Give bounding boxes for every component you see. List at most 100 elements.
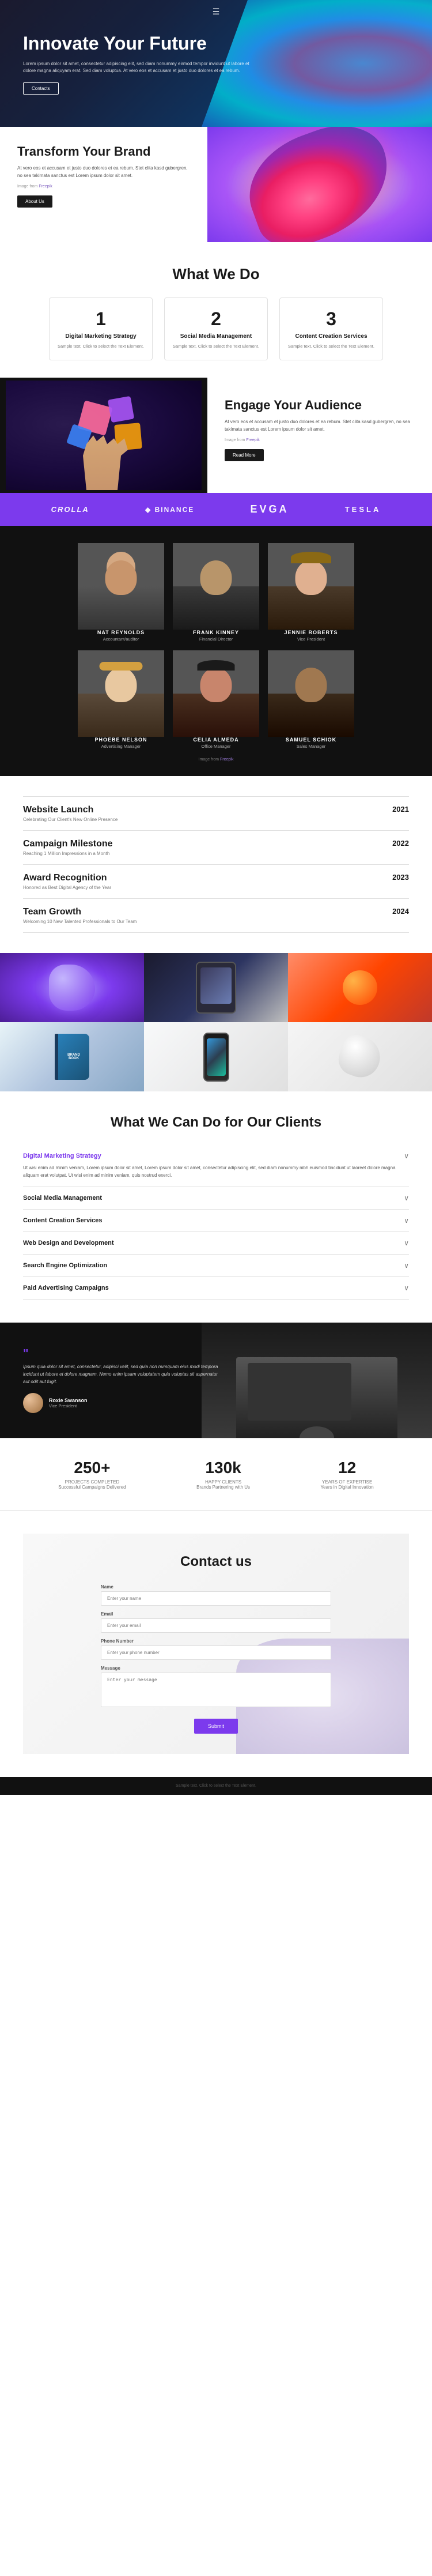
accordion-chevron-3: ∨ [404, 1217, 409, 1225]
accordion-header-2[interactable]: Social Media Management ∨ [23, 1194, 409, 1202]
accordion-item-3: Content Creation Services ∨ [23, 1210, 409, 1232]
hamburger-icon[interactable]: ☰ [213, 7, 220, 17]
gallery-item-2 [144, 953, 288, 1022]
service-item-1: 1 Digital Marketing Strategy Sample text… [49, 297, 153, 360]
transform-description: At vero eos et accusam et justo duo dolo… [17, 165, 190, 180]
team-photo-samuel [268, 650, 354, 737]
team-member-celia: CELIA ALMEDA Office Manager [173, 650, 259, 749]
accordion-header-1[interactable]: Digital Marketing Strategy ∨ [23, 1152, 409, 1160]
timeline-item-4: Team Growth Welcoming 10 New Talented Pr… [23, 899, 409, 933]
form-input-email[interactable] [101, 1618, 331, 1633]
service-title-3: Content Creation Services [288, 333, 374, 340]
gallery-item-6 [288, 1022, 432, 1091]
form-label-phone: Phone Number [101, 1639, 331, 1644]
accordion-label-2: Social Media Management [23, 1195, 102, 1202]
form-field-email: Email [101, 1611, 331, 1633]
accordion-chevron-5: ∨ [404, 1261, 409, 1270]
engage-left-visual [0, 378, 207, 493]
contact-form: Name Email Phone Number Message Submit [101, 1584, 331, 1734]
services-grid: 1 Digital Marketing Strategy Sample text… [23, 297, 409, 360]
transform-cta-button[interactable]: About Us [17, 195, 52, 208]
service-title-2: Social Media Management [173, 333, 259, 340]
accordion-label-1: Digital Marketing Strategy [23, 1153, 101, 1159]
stat-item-years: 12 YEARS OF EXPERTISE Years in Digital I… [321, 1459, 374, 1490]
hero-section: ☰ Innovate Your Future Lorem ipsum dolor… [0, 0, 432, 127]
engage-section: Engage Your Audience At vero eos et accu… [0, 378, 432, 493]
hero-title: Innovate Your Future [23, 32, 253, 54]
accordion-content-1: Ut wisi enim ad minim veniam, Lorem ipsu… [23, 1160, 409, 1180]
team-role-jennie: Vice President [268, 637, 354, 642]
stat-number-clients: 130k [196, 1459, 250, 1477]
engage-image-credit: Image from Freepik [225, 437, 415, 443]
transform-title: Transform Your Brand [17, 144, 190, 159]
team-photo-jennie [268, 543, 354, 630]
gallery-shape-1 [0, 953, 144, 1022]
form-label-message: Message [101, 1666, 331, 1671]
form-textarea-message[interactable] [101, 1673, 331, 1707]
accordion-header-5[interactable]: Search Engine Optimization ∨ [23, 1261, 409, 1270]
team-name-frank: FRANK KINNEY [173, 630, 259, 635]
accordion-label-6: Paid Advertising Campaigns [23, 1285, 109, 1291]
transform-image-credit: Image from Freepik [17, 183, 190, 190]
transform-credit-link[interactable]: Freepik [39, 184, 52, 189]
hero-cta-button[interactable]: Contacts [23, 82, 59, 95]
accordion-section: What We Can Do for Our Clients Digital M… [0, 1091, 432, 1323]
form-field-phone: Phone Number [101, 1639, 331, 1660]
block-2 [108, 396, 134, 423]
team-photo-frank [173, 543, 259, 630]
team-credit-link[interactable]: Freepik [220, 758, 233, 762]
team-member-samuel: SAMUEL SCHIOK Sales Manager [268, 650, 354, 749]
team-member-frank: FRANK KINNEY Financial Director [173, 543, 259, 642]
stat-sublabel-projects: Successful Campaigns Delivered [58, 1485, 126, 1490]
brand-logo-tesla: TESLA [345, 505, 381, 514]
timeline-year-4: 2024 [392, 907, 409, 916]
accordion-header-6[interactable]: Paid Advertising Campaigns ∨ [23, 1284, 409, 1292]
gallery-phone [203, 1033, 229, 1082]
gallery-shape-6 [288, 1022, 432, 1091]
brand-logo-evga: EVGA [250, 503, 289, 515]
transform-abstract-shape [234, 127, 405, 242]
engage-credit-link[interactable]: Freepik [246, 438, 259, 442]
team-role-frank: Financial Director [173, 637, 259, 642]
gallery-ball-3 [343, 970, 377, 1005]
gallery-tablet [196, 962, 236, 1014]
form-input-name[interactable] [101, 1591, 331, 1606]
testimonial-section: " Ipsum quia dolor sit amet, consectetur… [0, 1323, 432, 1438]
accordion-header-4[interactable]: Web Design and Development ∨ [23, 1239, 409, 1247]
gallery-book [55, 1034, 89, 1080]
gallery-shape-5 [144, 1022, 288, 1091]
gallery-shape-2 [144, 953, 288, 1022]
stat-number-projects: 250+ [58, 1459, 126, 1477]
service-number-3: 3 [288, 308, 374, 330]
form-input-phone[interactable] [101, 1645, 331, 1660]
timeline-title-3: Award Recognition [23, 873, 111, 883]
timeline-item-3: Award Recognition Honored as Best Digita… [23, 865, 409, 899]
timeline-left-1: Website Launch Celebrating Our Client's … [23, 805, 118, 822]
team-member-phoebe: PHOEBE NELSON Advertising Manager [78, 650, 164, 749]
service-item-3: 3 Content Creation Services Sample text.… [279, 297, 383, 360]
quote-mark: " [23, 1347, 219, 1361]
stat-number-years: 12 [321, 1459, 374, 1477]
timeline-section: Website Launch Celebrating Our Client's … [0, 776, 432, 953]
testimonial-info: Roxie Swanson Vice President [49, 1398, 88, 1408]
engage-right: Engage Your Audience At vero eos et accu… [207, 378, 432, 493]
timeline-title-2: Campaign Milestone [23, 839, 113, 849]
accordion-header-3[interactable]: Content Creation Services ∨ [23, 1217, 409, 1225]
timeline-left-3: Award Recognition Honored as Best Digita… [23, 873, 111, 890]
accordion-item-1: Digital Marketing Strategy ∨ Ut wisi eni… [23, 1145, 409, 1187]
hero-content: Innovate Your Future Lorem ipsum dolor s… [23, 32, 253, 94]
timeline-year-3: 2023 [392, 873, 409, 882]
team-name-phoebe: PHOEBE NELSON [78, 737, 164, 743]
form-submit-button[interactable]: Submit [194, 1719, 238, 1734]
service-desc-3: Sample text. Click to select the Text El… [288, 343, 374, 349]
team-image-credit: Image from Freepik [23, 758, 409, 767]
engage-cta-button[interactable]: Read More [225, 449, 264, 461]
brand-logo-binance: ◆ BINANCE [145, 506, 194, 514]
testimonial-name: Roxie Swanson [49, 1398, 88, 1403]
timeline-item-2: Campaign Milestone Reaching 1 Million Im… [23, 831, 409, 865]
stats-section: 250+ PROJECTS COMPLETED Successful Campa… [0, 1438, 432, 1511]
team-member-jennie: JENNIE ROBERTS Vice President [268, 543, 354, 642]
service-item-2: 2 Social Media Management Sample text. C… [164, 297, 268, 360]
gallery-item-1 [0, 953, 144, 1022]
form-label-email: Email [101, 1611, 331, 1617]
